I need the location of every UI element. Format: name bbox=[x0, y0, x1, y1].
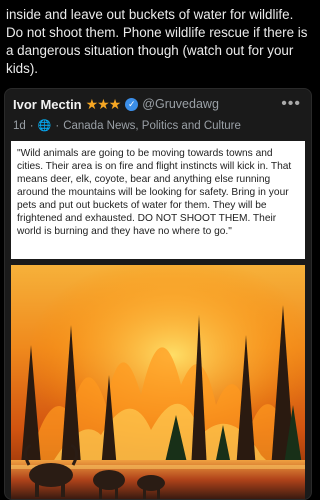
intro-text: inside and leave out buckets of water fo… bbox=[6, 7, 308, 76]
post-time[interactable]: 1d bbox=[13, 120, 26, 132]
post-card[interactable]: Ivor Mectin ★★★ ✓ @Gruvedawg ••• 1d · 🌐 … bbox=[4, 88, 312, 500]
author-handle[interactable]: @Gruvedawg bbox=[142, 97, 219, 111]
star-badges: ★★★ bbox=[85, 95, 122, 112]
globe-icon: 🌐 bbox=[37, 120, 52, 132]
quote-text: "Wild animals are going to be moving tow… bbox=[11, 141, 305, 259]
group-name[interactable]: Canada News, Politics and Culture bbox=[63, 120, 241, 132]
more-options-icon[interactable]: ••• bbox=[281, 95, 301, 113]
wildfire-painting-image[interactable] bbox=[11, 265, 305, 499]
verified-icon: ✓ bbox=[125, 97, 139, 111]
post-header: Ivor Mectin ★★★ ✓ @Gruvedawg ••• 1d · 🌐 … bbox=[13, 95, 301, 132]
author-name[interactable]: Ivor Mectin bbox=[13, 97, 82, 112]
